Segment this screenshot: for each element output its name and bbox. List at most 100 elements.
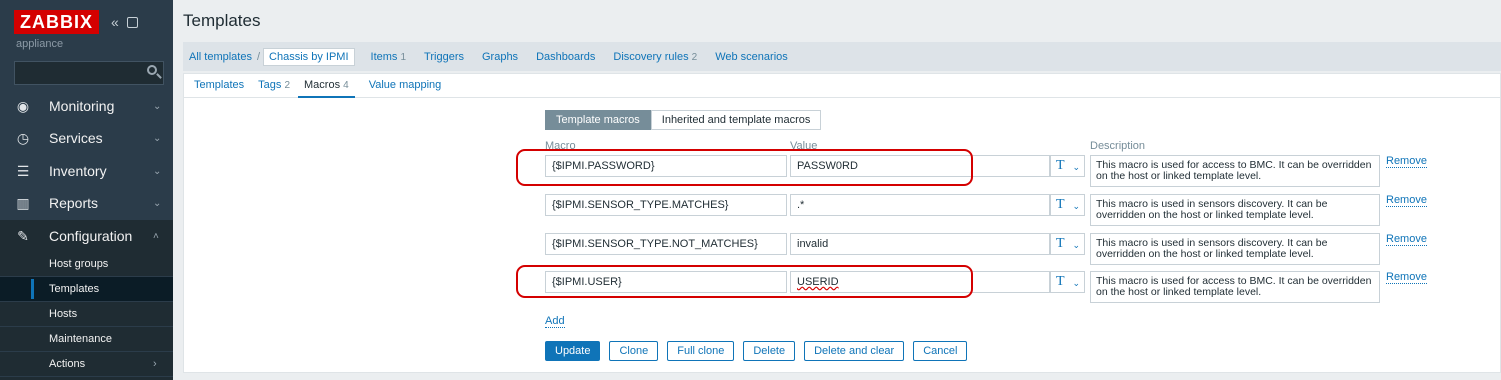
submenu-label: Hosts [49,308,78,320]
bar-chart-icon: ▥ [16,194,30,211]
macro-value-input[interactable]: .* [790,194,1050,216]
value-type-dropdown[interactable]: T ⌄ [1050,194,1085,216]
remove-macro-link[interactable]: Remove [1386,155,1427,168]
submenu-label: Templates [49,283,100,295]
chevron-right-icon: › [153,358,157,370]
delete-and-clear-button[interactable]: Delete and clear [804,341,905,361]
value-type-dropdown[interactable]: T ⌄ [1050,155,1085,177]
value-type-dropdown[interactable]: T ⌄ [1050,271,1085,293]
nav-label: Configuration [49,228,133,244]
nav-services[interactable]: ◷ Services ⌄ [0,122,173,154]
submenu-label: Maintenance [49,333,112,345]
tab-value-mapping[interactable]: Value mapping [369,74,442,98]
submenu-label: Actions [49,358,86,370]
submenu-host-groups[interactable]: Host groups [0,252,173,277]
breadcrumb-triggers[interactable]: Triggers [424,51,464,63]
inherited-macros-button[interactable]: Inherited and template macros [650,110,822,130]
crumb-label: Dashboards [536,50,596,63]
nav-configuration[interactable]: ✎ Configuration ˄ [0,220,173,252]
kiosk-mode-icon[interactable] [126,16,138,28]
submenu-templates[interactable]: Templates [0,277,173,302]
macro-type-switch: Template macros Inherited and template m… [545,110,822,130]
macro-description[interactable]: This macro is used in sensors discovery.… [1090,233,1380,265]
breadcrumb-items[interactable]: Items 1 [371,51,407,63]
breadcrumb: All templates / Chassis by IPMI Items 1 … [183,42,1501,71]
text-type-icon: T [1056,158,1065,173]
zabbix-logo[interactable]: ZABBIX [14,10,99,34]
nav-label: Services [49,130,103,146]
remove-macro-link[interactable]: Remove [1386,233,1427,246]
sidebar: ZABBIX « appliance ◉ Monitoring ⌄ ◷ Serv… [0,0,173,380]
clone-button[interactable]: Clone [609,341,659,361]
macro-description[interactable]: This macro is used for access to BMC. It… [1090,271,1380,303]
page-title: Templates [183,11,261,30]
value-type-dropdown[interactable]: T ⌄ [1050,233,1085,255]
nav-label: Monitoring [49,98,115,114]
tab-macros[interactable]: Macros 4 [298,74,355,98]
submenu-maintenance[interactable]: Maintenance [0,327,173,352]
macro-name-input[interactable]: {$IPMI.SENSOR_TYPE.MATCHES} [545,194,787,216]
tab-count: 2 [284,79,291,91]
breadcrumb-web-scenarios[interactable]: Web scenarios [715,51,788,63]
remove-macro-link[interactable]: Remove [1386,194,1427,207]
macro-value-input[interactable]: invalid [790,233,1050,255]
form-actions: Update Clone Full clone Delete Delete an… [545,341,976,361]
server-name: appliance [16,38,64,50]
submenu-actions[interactable]: Actions › [0,352,173,377]
macro-description[interactable]: This macro is used in sensors discovery.… [1090,194,1380,226]
chevron-down-icon: ⌄ [153,100,162,112]
breadcrumb-current-template[interactable]: Chassis by IPMI [263,47,355,66]
highlight-password-row [516,149,973,186]
clock-icon: ◷ [16,129,30,146]
text-type-icon: T [1056,197,1065,212]
nav-reports[interactable]: ▥ Reports ⌄ [0,187,173,219]
macro-name-input[interactable]: {$IPMI.SENSOR_TYPE.NOT_MATCHES} [545,233,787,255]
nav-inventory[interactable]: ☰ Inventory ⌄ [0,155,173,187]
nav-label: Reports [49,195,99,211]
breadcrumb-graphs[interactable]: Graphs [482,51,518,63]
search-input[interactable] [14,61,164,85]
chevron-down-icon: ⌄ [1072,240,1080,250]
crumb-label: Web scenarios [715,50,788,63]
text-type-icon: T [1056,274,1065,289]
crumb-label: Discovery rules [613,50,689,63]
submenu-label: Host groups [49,258,109,270]
full-clone-button[interactable]: Full clone [667,341,735,361]
chevron-down-icon: ⌄ [1072,162,1080,172]
chevron-down-icon: ⌄ [1072,201,1080,211]
crumb-count: 2 [691,51,698,63]
chevron-down-icon: ⌄ [153,165,162,177]
delete-button[interactable]: Delete [743,341,796,361]
tab-templates[interactable]: Templates [194,74,244,98]
tab-tags[interactable]: Tags 2 [258,74,290,98]
nav-monitoring[interactable]: ◉ Monitoring ⌄ [0,90,173,122]
wrench-icon: ✎ [17,227,29,244]
submenu-hosts[interactable]: Hosts [0,302,173,327]
breadcrumb-dashboards[interactable]: Dashboards [536,51,595,63]
highlight-user-row [516,265,973,298]
chevron-up-icon: ˄ [153,230,159,242]
form-tabs: Templates Tags 2 Macros 4 Value mapping [184,74,1501,98]
chevron-down-icon: ⌄ [153,197,162,209]
tab-count: 4 [343,79,349,91]
breadcrumb-discovery-rules[interactable]: Discovery rules 2 [613,51,697,63]
tab-label: Templates [194,78,245,91]
tab-label: Macros [304,78,341,91]
search-icon[interactable] [147,65,157,75]
logo-row: ZABBIX « [14,10,138,34]
text-type-icon: T [1056,236,1065,251]
macro-description[interactable]: This macro is used for access to BMC. It… [1090,155,1380,187]
template-macros-button[interactable]: Template macros [545,110,651,130]
update-button[interactable]: Update [545,341,601,361]
chevron-down-icon: ⌄ [153,132,162,144]
collapse-sidebar-icon[interactable]: « [111,14,119,30]
cancel-button[interactable]: Cancel [913,341,968,361]
nav-label: Inventory [49,163,107,179]
breadcrumb-all-templates[interactable]: All templates [189,51,252,63]
configuration-submenu: Host groups Templates Hosts Maintenance … [0,252,173,380]
add-macro-link[interactable]: Add [545,315,565,328]
crumb-label: Graphs [481,50,519,63]
remove-macro-link[interactable]: Remove [1386,271,1427,284]
breadcrumb-separator: / [256,50,261,63]
eye-icon: ◉ [16,97,30,114]
